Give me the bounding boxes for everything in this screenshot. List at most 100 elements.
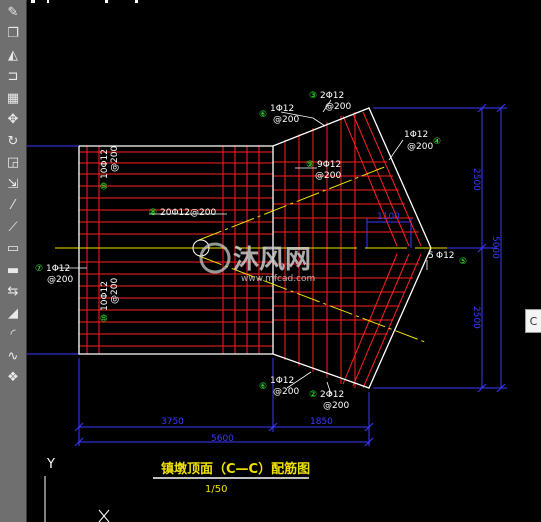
bar-spec: 9Φ12 [317, 160, 341, 170]
bar-spacing: @200 [273, 115, 299, 125]
bar-mark: ② [309, 390, 317, 400]
dim-right-upper: 2500 [471, 168, 481, 191]
offset-tool-button[interactable]: ⊐ [3, 68, 23, 86]
watermark-text: 沐风网 [233, 245, 311, 275]
extend-tool-icon: ⟋ [8, 219, 18, 235]
bar-mark: ④ [433, 137, 441, 147]
bar-spec: 10Φ12 [100, 149, 110, 179]
bar-spacing: @200 [407, 142, 433, 152]
bar-mark: ⑧ [149, 208, 157, 218]
bar-spacing: @200 [325, 102, 351, 112]
watermark: 沐风网 www.mfcad.com [199, 242, 315, 284]
dim-right-lower: 2500 [471, 306, 481, 329]
array-tool-icon: ▦ [6, 90, 20, 106]
bar-10-lower-label: ⑩ 10Φ12 @200 [100, 278, 120, 322]
move-tool-button[interactable]: ✥ [3, 111, 23, 129]
scale-tool-icon: ◲ [6, 155, 20, 170]
extend-tool-button[interactable]: ⟋ [3, 218, 23, 236]
top-edge-mark [105, 0, 108, 3]
explode-tool-button[interactable]: ❖ [3, 369, 23, 387]
bar-2-label: ② 2Φ12 @200 [309, 390, 349, 411]
bar-mark: 5 [428, 251, 434, 261]
bar-6-top-label: ⑥ 1Φ12 @200 [259, 104, 299, 125]
bar-spec: 20Φ12@200 [160, 208, 216, 218]
rotate-tool-button[interactable]: ↻ [3, 132, 23, 150]
top-edge-mark [47, 0, 49, 3]
array-tool-button[interactable]: ▦ [3, 89, 23, 107]
mirror-tool-button[interactable]: ◭ [3, 46, 23, 64]
break-point-tool-icon: ▭ [6, 241, 20, 256]
bar-spacing: @200 [315, 171, 341, 181]
bar-spec: 1Φ12 [270, 104, 294, 114]
bar-6-bottom-label: ⑥ 1Φ12 @200 [259, 376, 299, 397]
break-tool-icon: ▬ [6, 262, 20, 278]
fillet-tool-button[interactable]: ◜ [3, 326, 23, 344]
bar-circle-mark: ⑤ [459, 257, 467, 267]
bar-spec: 2Φ12 [320, 390, 344, 400]
bar-spec: Φ12 [436, 251, 455, 261]
stretch-tool-button[interactable]: ⇲ [3, 175, 23, 193]
drawing-canvas[interactable]: ③ 2Φ12 @200 ⑥ 1Φ12 @200 1Φ12 ④ @200 ⑨ 9Φ… [27, 0, 541, 522]
top-edge-mark [31, 0, 35, 3]
bar-spacing: @200 [110, 146, 120, 172]
break-point-tool-button[interactable]: ▭ [3, 240, 23, 258]
move-tool-icon: ✥ [7, 112, 19, 127]
blend-tool-button[interactable]: ∿ [3, 347, 23, 365]
modify-toolbar: ✎ ❐ ◭ ⊐ ▦ ✥ ↻ ◲ ⇲ ⁄ ⟋ ▭ ▬ ⇆ ◢ ◜ ∿ ❖ [0, 0, 27, 522]
drawing-scale: 1/50 [205, 484, 227, 495]
bar-5-label: 5 Φ12 ⑤ [428, 251, 467, 267]
bar-8-label: ⑧ 20Φ12@200 [149, 208, 216, 218]
rotate-tool-icon: ↻ [7, 133, 19, 149]
bar-mark: ⑦ [35, 264, 43, 274]
trim-tool-icon: ⁄ [11, 198, 15, 213]
offset-tool-icon: ⊐ [7, 69, 19, 84]
break-tool-button[interactable]: ▬ [3, 261, 23, 279]
drawing-title: 镇墩顶面（C—C）配筋图 [161, 461, 310, 477]
chamfer-tool-icon: ◢ [8, 305, 18, 321]
trim-tool-button[interactable]: ⁄ [3, 197, 23, 215]
join-tool-icon: ⇆ [7, 284, 19, 299]
copy-tool-icon: ❐ [7, 26, 19, 41]
fillet-tool-icon: ◜ [10, 327, 16, 342]
bar-9-label: ⑨ 9Φ12 @200 [306, 160, 341, 181]
ucs-y-label: Y [46, 457, 55, 472]
bar-3-label: ③ 2Φ12 @200 [309, 91, 351, 112]
erase-tool-icon: ✎ [7, 4, 19, 20]
stretch-tool-icon: ⇲ [7, 176, 19, 192]
dim-inner-tip: 1100 [377, 212, 400, 222]
bar-spacing: @200 [110, 278, 120, 304]
watermark-url: www.mfcad.com [241, 274, 315, 284]
bar-10-upper-label: ⑩ 10Φ12 @200 [100, 146, 120, 190]
top-edge-mark [135, 0, 138, 3]
bar-spacing: @200 [273, 387, 299, 397]
dim-bottom-right: 1850 [310, 417, 333, 427]
bar-mark: ⑥ [259, 110, 267, 120]
bar-spec: 1Φ12 [404, 130, 428, 140]
ucs-icon [44, 476, 110, 522]
bar-spec: 10Φ12 [100, 281, 110, 311]
bar-mark: ⑩ [100, 314, 110, 322]
dim-right-total: 5000 [490, 236, 500, 259]
bar-spacing: @200 [323, 401, 349, 411]
bar-mark: ⑥ [259, 382, 267, 392]
bar-spec: 1Φ12 [270, 376, 294, 386]
explode-tool-icon: ❖ [7, 370, 19, 385]
command-tooltip: C [525, 309, 541, 333]
scale-tool-button[interactable]: ◲ [3, 154, 23, 172]
mirror-tool-icon: ◭ [8, 47, 18, 63]
bar-4-label: 1Φ12 ④ @200 [404, 130, 441, 152]
join-tool-button[interactable]: ⇆ [3, 283, 23, 301]
blend-tool-icon: ∿ [7, 348, 19, 364]
bar-spec: 2Φ12 [320, 91, 344, 101]
bar-spacing: @200 [47, 275, 73, 285]
drawing-svg: ③ 2Φ12 @200 ⑥ 1Φ12 @200 1Φ12 ④ @200 ⑨ 9Φ… [27, 0, 507, 522]
bar-mark: ⑩ [100, 182, 110, 190]
bar-7-label: ⑦ 1Φ12 @200 [35, 264, 73, 285]
dim-bottom-left: 3750 [161, 417, 184, 427]
chamfer-tool-button[interactable]: ◢ [3, 304, 23, 322]
bar-mark: ③ [309, 91, 317, 101]
copy-tool-button[interactable]: ❐ [3, 25, 23, 43]
erase-tool-button[interactable]: ✎ [3, 3, 23, 21]
bar-spec: 1Φ12 [46, 264, 70, 274]
bar-mark: ⑨ [306, 160, 314, 170]
